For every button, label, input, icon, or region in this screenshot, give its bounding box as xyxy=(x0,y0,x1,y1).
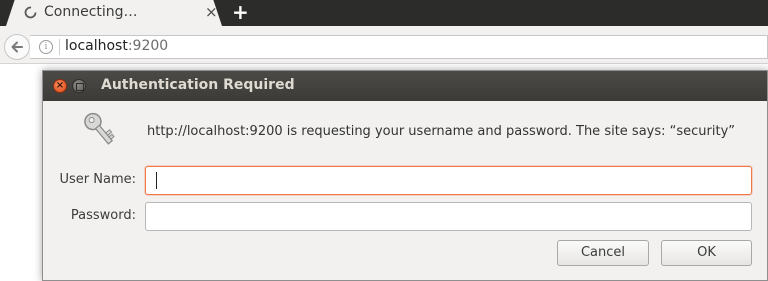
text-caret xyxy=(156,172,157,189)
password-label: Password: xyxy=(70,208,136,223)
url-text: localhost:9200 xyxy=(65,38,168,54)
tab-close-icon[interactable]: × xyxy=(205,3,218,21)
dialog-title: Authentication Required xyxy=(101,77,295,93)
auth-message: http://localhost:9200 is requesting your… xyxy=(147,124,736,139)
key-icon xyxy=(84,112,115,145)
url-port: :9200 xyxy=(127,38,169,54)
auth-dialog: × Authentication Required http://localho… xyxy=(42,70,768,281)
address-bar[interactable]: i localhost:9200 xyxy=(30,35,768,59)
back-button[interactable] xyxy=(4,34,30,60)
dialog-close-button[interactable]: × xyxy=(53,79,67,93)
cancel-button[interactable]: Cancel xyxy=(557,240,649,266)
dialog-minimize-button[interactable] xyxy=(72,79,86,93)
tab-strip: Connecting… × + xyxy=(0,0,768,26)
password-field[interactable] xyxy=(145,202,752,231)
username-field[interactable] xyxy=(145,166,752,195)
site-info-icon[interactable]: i xyxy=(39,40,53,54)
new-tab-button[interactable]: + xyxy=(232,0,249,24)
dialog-titlebar: × Authentication Required xyxy=(43,71,767,101)
tab-title: Connecting… xyxy=(44,4,138,20)
loading-spinner-icon xyxy=(24,6,37,19)
username-label: User Name: xyxy=(59,172,137,187)
browser-toolbar: i localhost:9200 xyxy=(0,26,768,64)
back-arrow-icon xyxy=(11,41,23,53)
url-host: localhost xyxy=(65,38,128,54)
ok-button[interactable]: OK xyxy=(661,240,752,266)
browser-tab[interactable]: Connecting… × xyxy=(6,0,222,26)
address-bar-divider xyxy=(59,39,60,55)
